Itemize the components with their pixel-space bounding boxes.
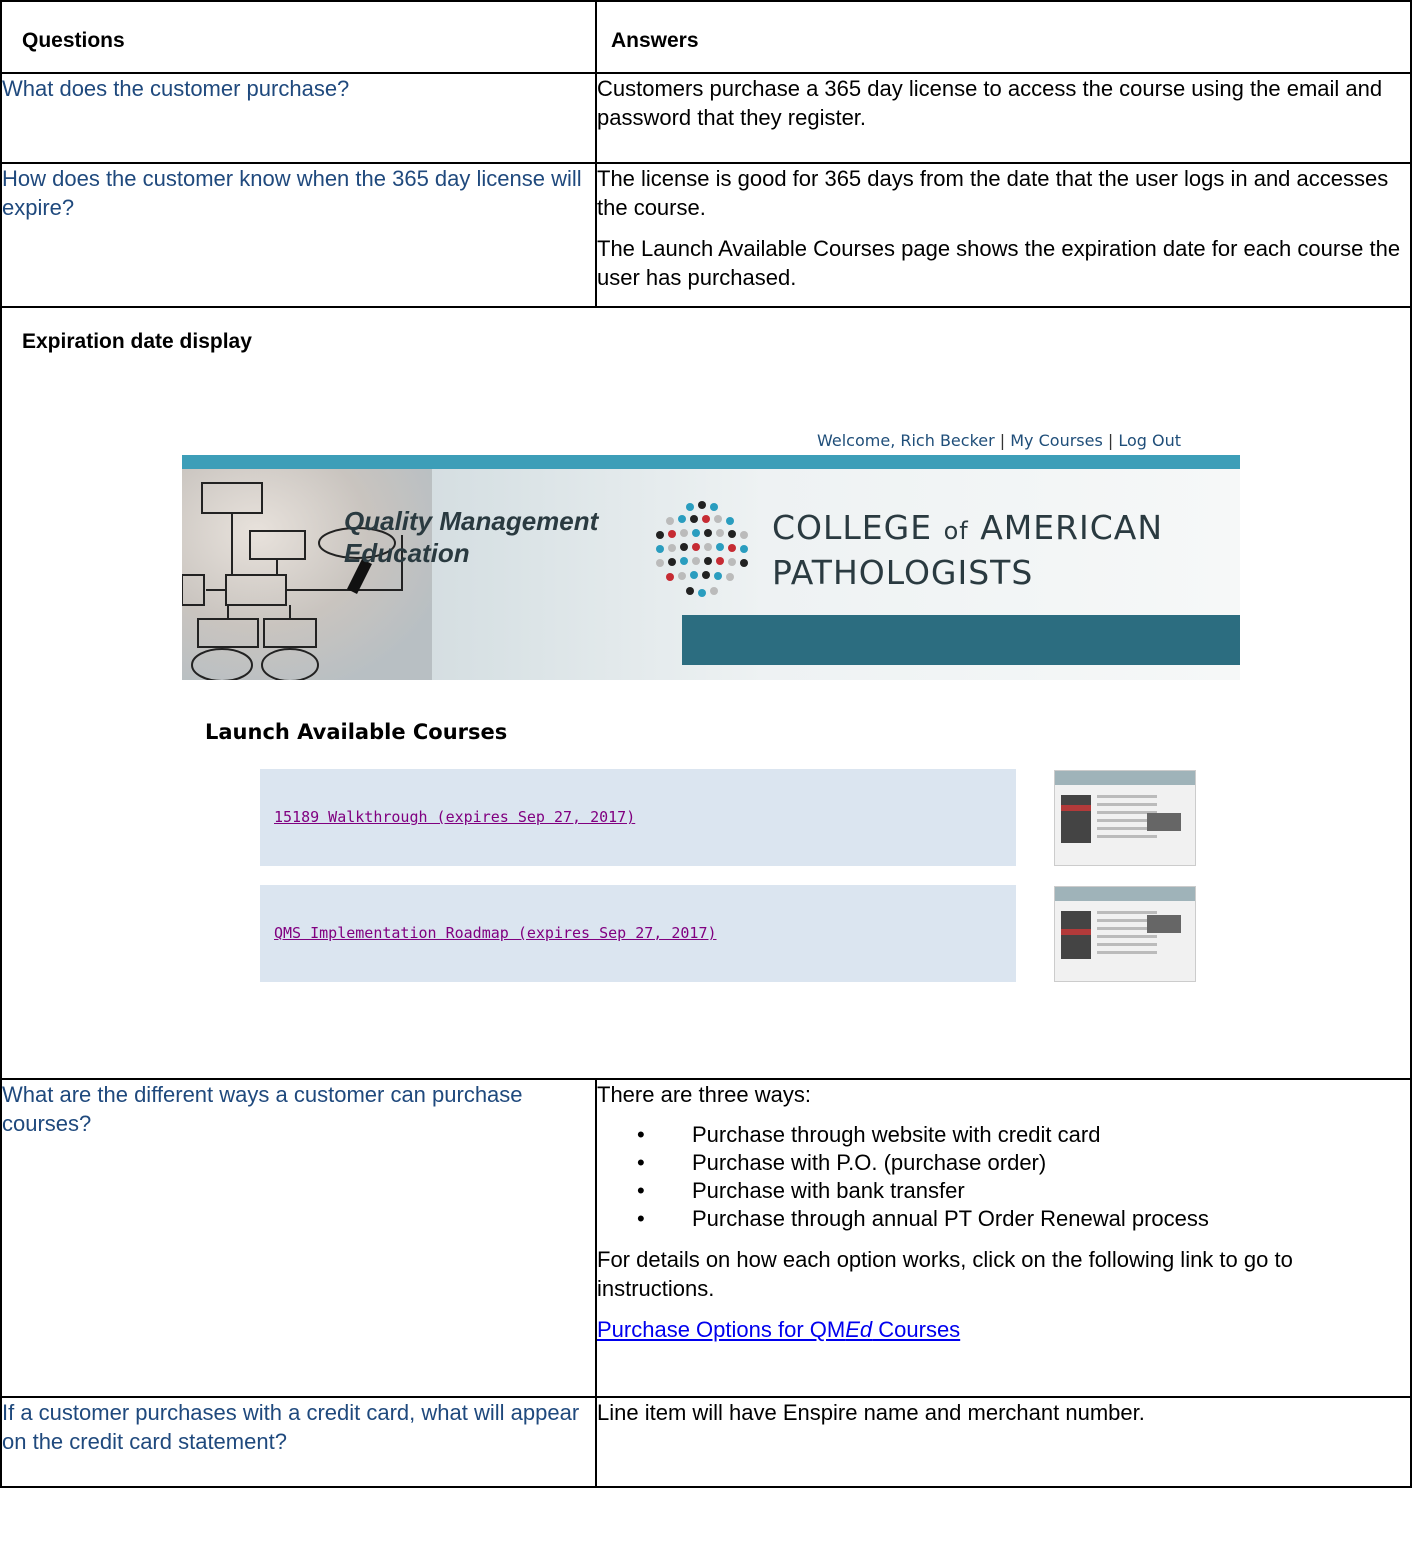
banner-top-bar (182, 455, 1240, 469)
welcome-user: Welcome, Rich Becker (817, 431, 995, 450)
bullet-icon: • (637, 1122, 645, 1147)
expiration-screenshot: Expiration date display Welcome, Rich Be… (2, 308, 1410, 1078)
header-answers: Answers (611, 29, 699, 52)
list-item: • Purchase with bank transfer (637, 1177, 1410, 1205)
expiration-title: Expiration date display (22, 330, 252, 353)
welcome-sep: | (994, 431, 1011, 450)
cap-wordmark: COLLEGE of AMERICAN PATHOLOGISTS (772, 507, 1163, 594)
qme-line1: Quality Management (344, 506, 599, 536)
cap-line1: COLLEGE of AMERICAN (772, 507, 1163, 552)
header-questions-cell: Questions (0, 0, 597, 74)
bullet-icon: • (637, 1150, 645, 1175)
course-thumbnail[interactable] (1054, 770, 1196, 866)
table-row: What does the customer purchase? Custome… (0, 72, 1412, 164)
question-ways: What are the different ways a customer c… (0, 1078, 597, 1398)
course-card: 15189 Walkthrough (expires Sep 27, 2017) (260, 769, 1016, 866)
launch-courses-title: Launch Available Courses (205, 720, 508, 744)
list-item-text: Purchase through website with credit car… (692, 1122, 1101, 1147)
list-item-text: Purchase with P.O. (purchase order) (692, 1150, 1047, 1175)
table-row: How does the customer know when the 365 … (0, 162, 1412, 308)
cap-college: COLLEGE (772, 508, 944, 547)
table-row: If a customer purchases with a credit ca… (0, 1396, 1412, 1488)
purchase-options-link[interactable]: Purchase Options for QMEd Courses (597, 1317, 960, 1342)
answer-statement: Line item will have Enspire name and mer… (595, 1396, 1412, 1488)
header-questions: Questions (22, 29, 125, 52)
cap-logo-icon (656, 501, 748, 597)
log-out-link[interactable]: Log Out (1118, 431, 1181, 450)
cap-banner: Quality Management Education COLLEGE of … (182, 455, 1240, 680)
header-answers-cell: Answers (595, 0, 1412, 74)
question-expire: How does the customer know when the 365 … (0, 162, 597, 308)
table-row: Expiration date display Welcome, Rich Be… (0, 306, 1412, 1080)
table-row: What are the different ways a customer c… (0, 1078, 1412, 1398)
list-item: • Purchase through annual PT Order Renewa… (637, 1205, 1410, 1233)
expiration-cell: Expiration date display Welcome, Rich Be… (0, 306, 1412, 1080)
list-item: • Purchase through website with credit ca… (637, 1121, 1410, 1149)
list-item: • Purchase with P.O. (purchase order) (637, 1149, 1410, 1177)
ways-intro: There are three ways: (597, 1082, 811, 1107)
cap-of: of (943, 517, 969, 545)
purchase-options-paragraph: Purchase Options for QMEd Courses (597, 1315, 1410, 1344)
list-item-text: Purchase with bank transfer (692, 1178, 965, 1203)
ways-details: For details on how each option works, cl… (597, 1247, 1293, 1301)
link-part-italic: Ed (845, 1317, 873, 1342)
cap-american: AMERICAN (968, 508, 1164, 547)
link-part: Courses (872, 1317, 961, 1342)
bullet-icon: • (637, 1178, 645, 1203)
banner-bottom-bar (682, 615, 1240, 665)
answer-ways: There are three ways: • Purchase through … (595, 1078, 1412, 1398)
question-purchase: What does the customer purchase? (0, 72, 597, 164)
course-link-15189[interactable]: 15189 Walkthrough (expires Sep 27, 2017) (274, 808, 635, 826)
faq-table: Questions Answers What does the customer… (0, 0, 1412, 1488)
ways-list: • Purchase through website with credit ca… (597, 1121, 1410, 1233)
answer-expire: The license is good for 365 days from th… (595, 162, 1412, 308)
my-courses-link[interactable]: My Courses (1010, 431, 1103, 450)
flowchart-illustration (182, 482, 403, 680)
answer-expire-p1: The license is good for 365 days from th… (597, 166, 1389, 220)
qme-title: Quality Management Education (344, 505, 598, 569)
question-statement: If a customer purchases with a credit ca… (0, 1396, 597, 1488)
answer-purchase: Customers purchase a 365 day license to … (595, 72, 1412, 164)
list-item-text: Purchase through annual PT Order Renewal… (692, 1206, 1209, 1231)
welcome-bar: Welcome, Rich Becker | My Courses | Log … (817, 431, 1181, 450)
course-thumbnail[interactable] (1054, 886, 1196, 982)
answer-expire-p2: The Launch Available Courses page shows … (597, 236, 1401, 290)
qme-line2: Education (344, 538, 470, 568)
bullet-icon: • (637, 1206, 645, 1231)
course-card: QMS Implementation Roadmap (expires Sep … (260, 885, 1016, 982)
cap-line2: PATHOLOGISTS (772, 553, 1034, 592)
welcome-sep: | (1102, 431, 1119, 450)
course-link-qms-roadmap[interactable]: QMS Implementation Roadmap (expires Sep … (274, 924, 717, 942)
header-row: Questions Answers (0, 0, 1412, 74)
link-part: Purchase Options for QM (597, 1317, 846, 1342)
